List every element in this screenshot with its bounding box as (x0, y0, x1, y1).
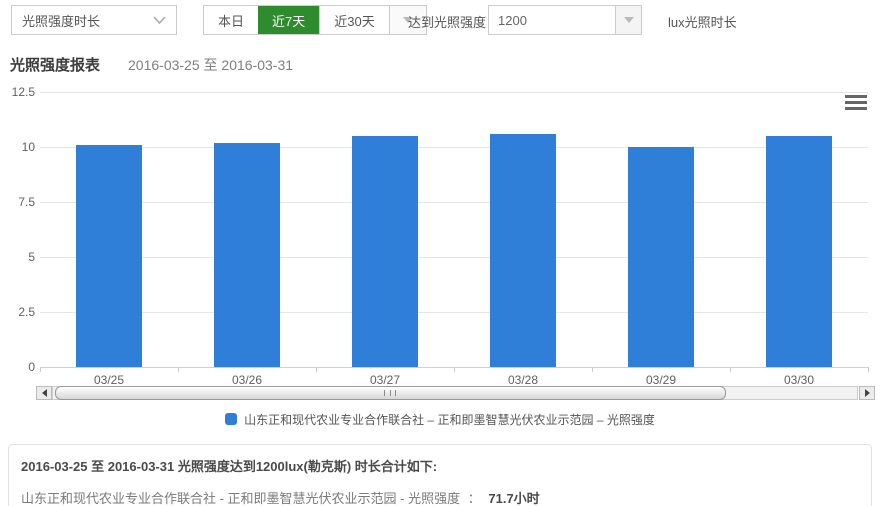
page-title: 光照强度报表 (10, 54, 100, 75)
gridline (40, 92, 868, 93)
y-axis-tick-label: 0 (0, 360, 35, 374)
gridline (40, 257, 868, 258)
gridline (40, 147, 868, 148)
report-header: 光照强度报表 2016-03-25 至 2016-03-31 (10, 54, 293, 75)
x-axis-tick-label: 03/26 (178, 373, 316, 387)
arrow-right-icon (865, 389, 870, 397)
axis-tick (454, 367, 455, 372)
bar[interactable] (214, 143, 280, 367)
scroll-right-button[interactable] (859, 386, 875, 400)
toolbar: 光照强度时长 本日 近7天 近30天 达到光照强度 lux光照时长 (0, 0, 880, 42)
axis-tick (178, 367, 179, 372)
summary-panel: 2016-03-25 至 2016-03-31 光照强度达到1200lux(勒克… (8, 444, 872, 506)
summary-separator: ： (468, 491, 481, 506)
x-axis-tick-label: 03/28 (454, 373, 592, 387)
legend-swatch (225, 413, 237, 425)
scroll-left-button[interactable] (36, 386, 52, 400)
legend[interactable]: 山东正和现代农业专业合作联合社 – 正和即墨智慧光伏农业示范园 – 光照强度 (0, 409, 880, 429)
gridline (40, 202, 868, 203)
caret-down-icon (624, 17, 634, 23)
summary-row-label: 山东正和现代农业专业合作联合社 - 正和即墨智慧光伏农业示范园 - 光照强度 (21, 491, 460, 506)
legend-label: 山东正和现代农业专业合作联合社 – 正和即墨智慧光伏农业示范园 – 光照强度 (244, 411, 655, 428)
summary-title: 2016-03-25 至 2016-03-31 光照强度达到1200lux(勒克… (21, 456, 859, 475)
gridline (40, 312, 868, 313)
bar[interactable] (76, 145, 142, 367)
summary-row: 山东正和现代农业专业合作联合社 - 正和即墨智慧光伏农业示范园 - 光照强度 ：… (21, 488, 859, 506)
x-axis-tick-label: 03/29 (592, 373, 730, 387)
range-button-today[interactable]: 本日 (204, 6, 258, 34)
bar[interactable] (490, 134, 556, 367)
bar-chart: 0 2.5 5 7.5 10 12.5 03/2503/2603/2703/2803/290… (0, 85, 880, 405)
arrow-left-icon (42, 389, 47, 397)
axis-tick (592, 367, 593, 372)
x-axis-tick-label: 03/30 (730, 373, 868, 387)
chevron-down-icon (153, 16, 166, 24)
bar[interactable] (628, 147, 694, 367)
threshold-combo (488, 5, 642, 35)
light-intensity-report-page: 光照强度时长 本日 近7天 近30天 达到光照强度 lux光照时长 光照强度报表… (0, 0, 880, 506)
date-range-text: 2016-03-25 至 2016-03-31 (128, 55, 293, 75)
axis-tick (40, 367, 41, 372)
axis-tick (730, 367, 731, 372)
date-range-button-group: 本日 近7天 近30天 (203, 5, 427, 35)
x-axis-tick-label: 03/25 (40, 373, 178, 387)
summary-value: 71.7小时 (488, 491, 539, 506)
y-axis-tick-label: 7.5 (0, 195, 35, 209)
hamburger-menu-icon[interactable] (845, 95, 867, 110)
axis-tick (868, 367, 869, 372)
axis-tick (316, 367, 317, 372)
threshold-input[interactable] (488, 5, 615, 35)
threshold-dropdown-button[interactable] (615, 5, 642, 35)
range-button-30days[interactable]: 近30天 (319, 6, 388, 34)
range-button-7days[interactable]: 近7天 (258, 6, 319, 34)
bar[interactable] (352, 136, 418, 367)
y-axis-tick-label: 2.5 (0, 305, 35, 319)
scrollbar-grip-icon (384, 390, 396, 396)
unit-label: lux光照时长 (668, 12, 737, 31)
y-axis-tick-label: 10 (0, 140, 35, 154)
threshold-label: 达到光照强度 (408, 12, 486, 31)
y-axis-tick-label: 12.5 (0, 85, 35, 99)
y-axis-tick-label: 5 (0, 250, 35, 264)
metric-select[interactable]: 光照强度时长 (11, 5, 177, 35)
x-axis-tick-label: 03/27 (316, 373, 454, 387)
bar[interactable] (766, 136, 832, 367)
metric-select-value: 光照强度时长 (22, 11, 100, 30)
